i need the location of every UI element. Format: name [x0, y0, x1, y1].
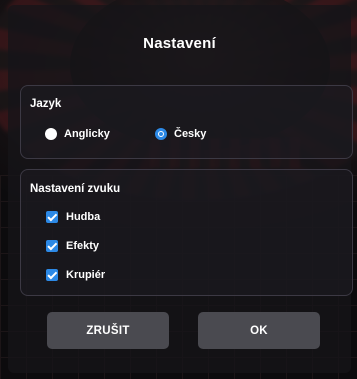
radio-unchecked-icon[interactable]: [45, 128, 57, 140]
ok-button[interactable]: OK: [198, 312, 320, 349]
language-option-label: Anglicky: [64, 128, 110, 140]
checkbox-checked-icon[interactable]: [46, 211, 58, 223]
language-option-label: Česky: [174, 128, 207, 140]
sound-option-music[interactable]: Hudba: [46, 211, 100, 223]
checkbox-checked-icon[interactable]: [46, 269, 58, 281]
sound-option-label: Hudba: [66, 211, 101, 223]
radio-checked-icon[interactable]: [155, 128, 167, 140]
cancel-button[interactable]: ZRUŠIT: [47, 312, 169, 349]
sound-option-label: Krupiér: [66, 269, 106, 281]
sound-option-croupier[interactable]: Krupiér: [46, 269, 105, 281]
sound-settings-heading: Nastavení zvuku: [30, 183, 121, 195]
language-heading: Jazyk: [30, 98, 62, 110]
language-panel: Jazyk Anglicky Česky: [20, 85, 353, 159]
language-option-czech[interactable]: Česky: [155, 128, 206, 140]
settings-dialog: Nastavení Jazyk Anglicky Česky Nastavení…: [8, 5, 353, 373]
checkbox-checked-icon[interactable]: [46, 240, 58, 252]
sound-settings-panel: Nastavení zvuku Hudba Efekty Krupiér: [20, 169, 353, 296]
language-option-english[interactable]: Anglicky: [45, 128, 110, 140]
dialog-title: Nastavení: [143, 35, 216, 52]
sound-option-label: Efekty: [66, 240, 100, 252]
sound-option-effects[interactable]: Efekty: [46, 240, 99, 252]
